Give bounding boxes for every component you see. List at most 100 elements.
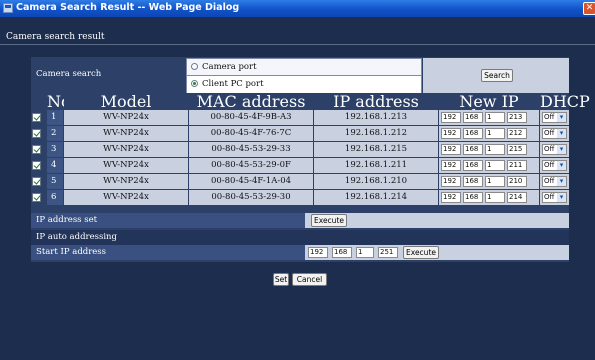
row-dhcp: Off ▾ (540, 142, 569, 157)
ip-octet-4[interactable]: 213 (507, 112, 527, 123)
row-checkbox[interactable] (32, 161, 41, 170)
col-header-model: Model (64, 94, 188, 110)
row-mac: 00-80-45-4F-76-7C (189, 126, 313, 141)
ip-octet-3[interactable]: 1 (485, 144, 505, 155)
ip-octet-2[interactable]: 168 (463, 112, 483, 123)
page-heading: Camera search result (6, 32, 105, 42)
ip-octet-3[interactable]: 1 (485, 112, 505, 123)
chevron-down-icon[interactable]: ▾ (557, 193, 566, 202)
row-model: WV-NP24x (64, 190, 188, 205)
row-model: WV-NP24x (64, 174, 188, 189)
dhcp-select[interactable]: Off ▾ (542, 144, 567, 155)
ip-octet-4[interactable]: 211 (507, 160, 527, 171)
row-new-ip: 192 168 1 214 (439, 190, 539, 205)
row-number: 5 (47, 174, 63, 189)
dhcp-value: Off (544, 145, 555, 153)
row-new-ip: 192 168 1 210 (439, 174, 539, 189)
header-divider (0, 44, 595, 45)
row-model: WV-NP24x (64, 126, 188, 141)
table-row: 5 WV-NP24x 00-80-45-4F-1A-04 192.168.1.2… (31, 174, 569, 189)
ip-octet-2[interactable]: 168 (463, 128, 483, 139)
ip-auto-addressing-label: IP auto addressing (36, 232, 117, 242)
dhcp-value: Off (544, 113, 555, 121)
start-ip-octet-2[interactable]: 168 (332, 247, 352, 258)
start-ip-octet-3[interactable]: 1 (356, 247, 374, 258)
ip-octet-2[interactable]: 168 (463, 192, 483, 203)
ip-auto-addressing-row: IP auto addressing (31, 230, 569, 245)
radio-icon[interactable] (191, 63, 198, 70)
col-header-new-ip: New IP address (439, 94, 539, 124)
row-checkbox[interactable] (32, 193, 41, 202)
row-ip: 192.168.1.211 (314, 158, 438, 173)
ip-octet-1[interactable]: 192 (441, 144, 461, 155)
row-checkbox[interactable] (32, 129, 41, 138)
ip-octet-4[interactable]: 214 (507, 192, 527, 203)
ip-octet-1[interactable]: 192 (441, 192, 461, 203)
radio-selected-icon[interactable] (191, 80, 198, 87)
ip-address-set-row: IP address set Execute (31, 213, 569, 228)
start-ip-octet-1[interactable]: 192 (308, 247, 328, 258)
start-ip-row: Start IP address 192 168 1 251 Execute (31, 245, 569, 260)
ip-octet-4[interactable]: 215 (507, 144, 527, 155)
dhcp-select[interactable]: Off ▾ (542, 160, 567, 171)
row-model: WV-NP24x (64, 142, 188, 157)
row-checkbox[interactable] (32, 177, 41, 186)
chevron-down-icon[interactable]: ▾ (557, 145, 566, 154)
col-header-dhcp: DHCP (540, 92, 590, 111)
camera-app-icon (3, 3, 13, 13)
radio-client-pc-port[interactable]: Client PC port (187, 76, 421, 93)
ip-octet-1[interactable]: 192 (441, 160, 461, 171)
results-panel: Camera search Camera port Client PC port… (31, 57, 590, 262)
dhcp-select[interactable]: Off ▾ (542, 128, 567, 139)
execute-start-ip-button[interactable]: Execute (403, 246, 439, 259)
table-row: 3 WV-NP24x 00-80-45-53-29-33 192.168.1.2… (31, 142, 569, 157)
row-checkbox[interactable] (32, 145, 41, 154)
cancel-button[interactable]: Cancel (292, 273, 327, 286)
chevron-down-icon[interactable]: ▾ (557, 161, 566, 170)
chevron-down-icon[interactable]: ▾ (557, 129, 566, 138)
row-mac: 00-80-45-53-29-33 (189, 142, 313, 157)
ip-octet-3[interactable]: 1 (485, 128, 505, 139)
ip-octet-3[interactable]: 1 (485, 192, 505, 203)
dhcp-select[interactable]: Off ▾ (542, 192, 567, 203)
search-port-options: Camera port Client PC port (186, 58, 422, 93)
ip-octet-3[interactable]: 1 (485, 160, 505, 171)
ip-octet-1[interactable]: 192 (441, 112, 461, 123)
ip-octet-2[interactable]: 168 (463, 144, 483, 155)
start-ip-controls: 192 168 1 251 Execute (305, 245, 569, 260)
row-dhcp: Off ▾ (540, 110, 569, 125)
dhcp-value: Off (544, 177, 555, 185)
ip-octet-4[interactable]: 212 (507, 128, 527, 139)
row-dhcp: Off ▾ (540, 174, 569, 189)
row-ip: 192.168.1.213 (314, 110, 438, 125)
set-button[interactable]: Set (273, 273, 289, 286)
start-ip-label: Start IP address (36, 247, 107, 257)
start-ip-octet-4[interactable]: 251 (378, 247, 398, 258)
col-header-no: No. (47, 92, 76, 111)
chevron-down-icon[interactable]: ▾ (557, 177, 566, 186)
row-mac: 00-80-45-4F-9B-A3 (189, 110, 313, 125)
close-button[interactable]: ✕ (583, 2, 595, 15)
row-mac: 00-80-45-53-29-0F (189, 158, 313, 173)
row-checkbox[interactable] (32, 113, 41, 122)
ip-octet-2[interactable]: 168 (463, 160, 483, 171)
row-dhcp: Off ▾ (540, 126, 569, 141)
ip-octet-2[interactable]: 168 (463, 176, 483, 187)
col-header-ip: IP address (314, 94, 438, 110)
dhcp-select[interactable]: Off ▾ (542, 176, 567, 187)
ip-octet-3[interactable]: 1 (485, 176, 505, 187)
row-dhcp: Off ▾ (540, 158, 569, 173)
table-row: 1 WV-NP24x 00-80-45-4F-9B-A3 192.168.1.2… (31, 110, 569, 125)
table-row: 2 WV-NP24x 00-80-45-4F-76-7C 192.168.1.2… (31, 126, 569, 141)
ip-octet-1[interactable]: 192 (441, 128, 461, 139)
radio-camera-port[interactable]: Camera port (187, 59, 421, 76)
execute-ip-set-button[interactable]: Execute (311, 214, 347, 227)
ip-octet-4[interactable]: 210 (507, 176, 527, 187)
row-number: 1 (47, 110, 63, 125)
search-button[interactable]: Search (481, 69, 513, 82)
chevron-down-icon[interactable]: ▾ (557, 113, 566, 122)
row-number: 2 (47, 126, 63, 141)
dhcp-select[interactable]: Off ▾ (542, 112, 567, 123)
radio-client-pc-port-label: Client PC port (202, 79, 264, 89)
ip-octet-1[interactable]: 192 (441, 176, 461, 187)
